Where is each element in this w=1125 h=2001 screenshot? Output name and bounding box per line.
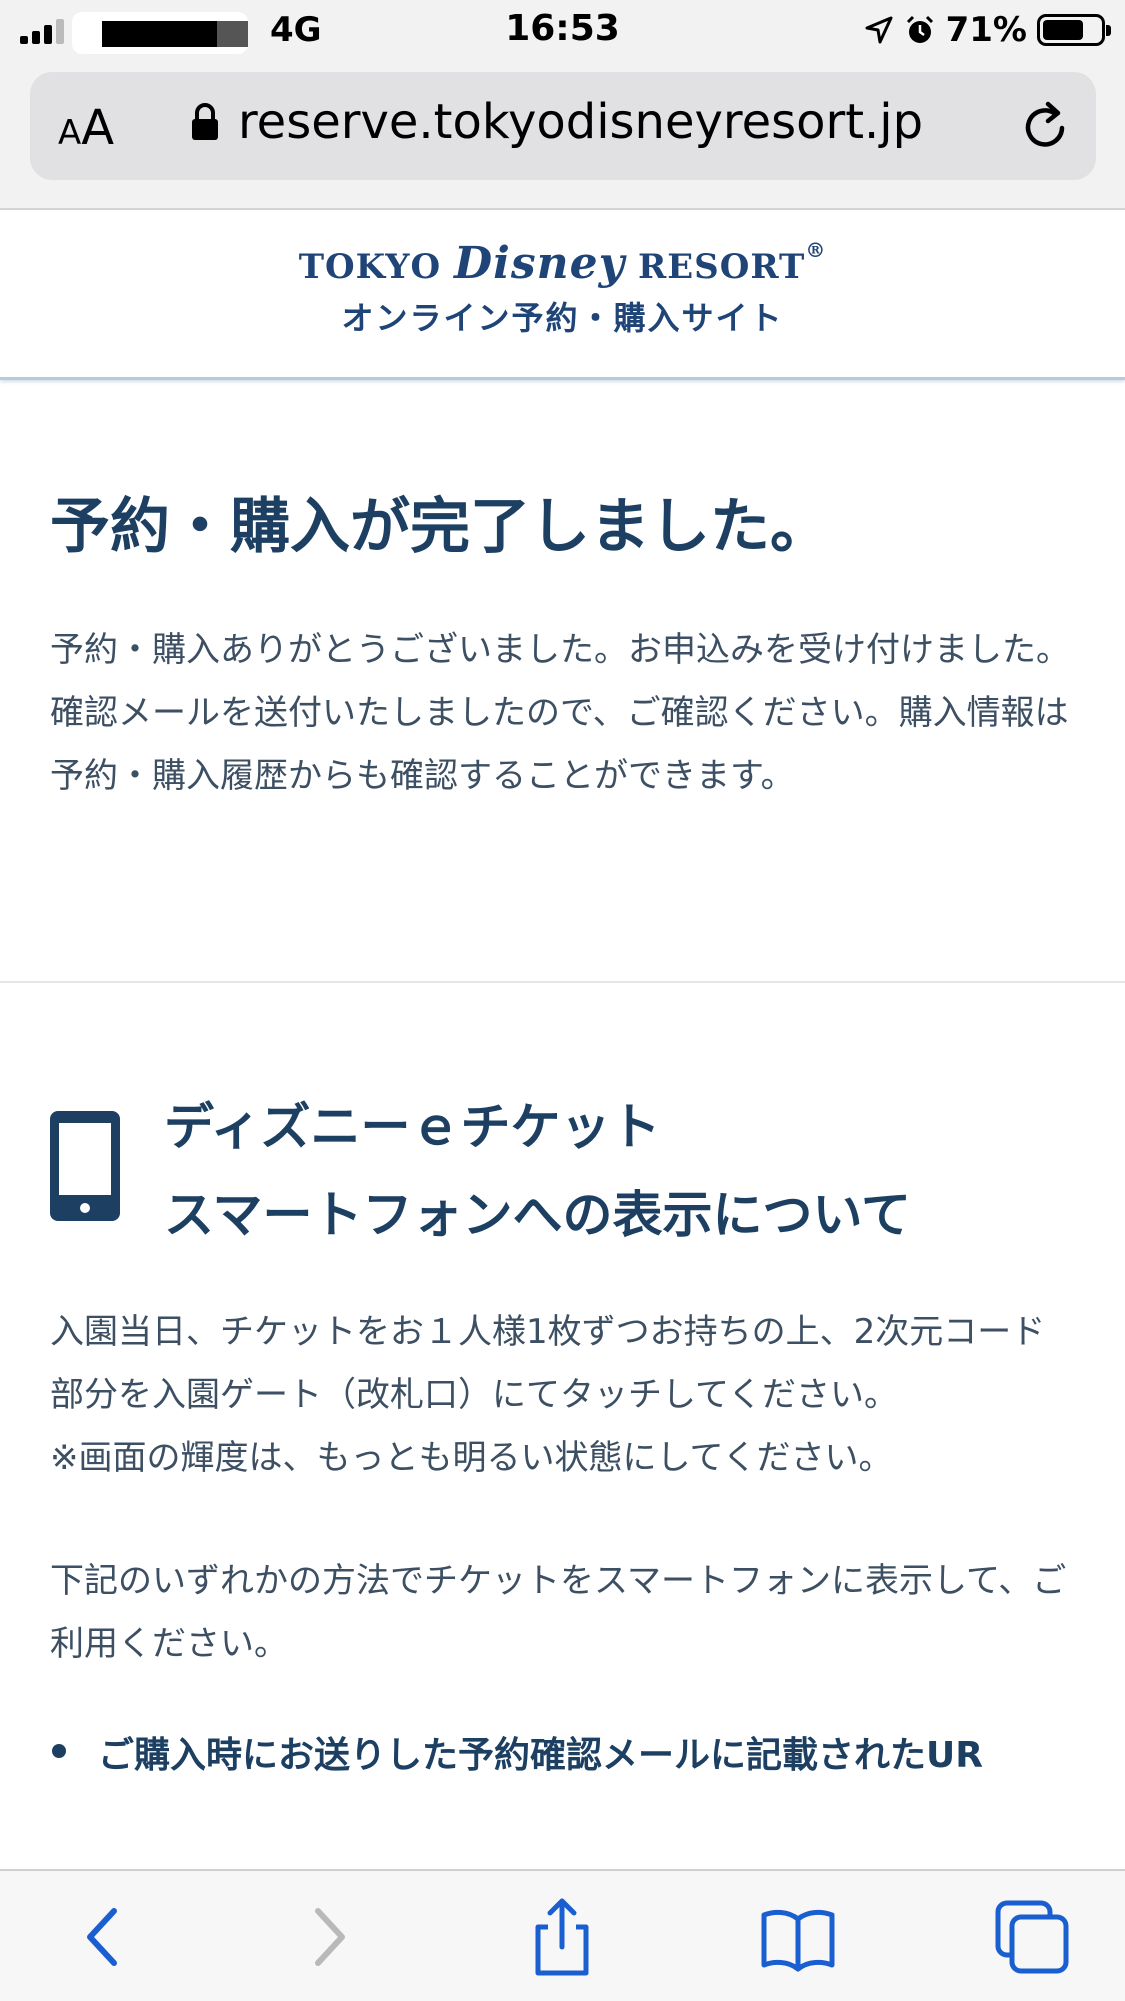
status-bar: 4G 16:53 71% — [0, 0, 1125, 62]
browser-address-area: AA reserve.tokyodisneyresort.jp — [0, 62, 1125, 210]
smartphone-icon — [50, 1111, 120, 1221]
lock-icon — [192, 103, 218, 140]
bookmarks-icon[interactable] — [758, 1897, 838, 1977]
eticket-instructions: 入園当日、チケットをお１人様1枚ずつお持ちの上、2次元コード部分を入園ゲート（改… — [50, 1312, 1046, 1415]
tokyo-disney-resort-logo[interactable]: TOKYO Disney RESORT® オンライン予約・購入サイト — [0, 238, 1125, 339]
page-title: 予約・購入が完了しました。 — [50, 492, 830, 562]
back-icon[interactable] — [66, 1897, 146, 1977]
battery-icon — [1037, 14, 1111, 46]
browser-toolbar — [0, 1869, 1125, 2001]
tabs-icon[interactable] — [992, 1897, 1072, 1977]
url-text[interactable]: reserve.tokyodisneyresort.jp — [238, 94, 923, 150]
list-item: ご購入時にお送りした予約確認メールに記載されたUR — [50, 1726, 1075, 1778]
location-arrow-icon — [865, 16, 893, 44]
battery-percentage: 71% — [945, 10, 1027, 50]
display-methods-list: ご購入時にお送りした予約確認メールに記載されたUR — [50, 1726, 1075, 1778]
completion-message: 予約・購入ありがとうございました。お申込みを受け付けました。確認メールを送付いた… — [50, 630, 1070, 796]
alarm-clock-icon — [906, 15, 933, 43]
share-icon[interactable] — [522, 1897, 602, 1977]
main-content: 予約・購入が完了しました。 予約・購入ありがとうございました。お申込みを受け付け… — [0, 383, 1125, 1778]
site-header: TOKYO Disney RESORT® オンライン予約・購入サイト — [0, 210, 1125, 380]
reload-icon[interactable] — [1018, 98, 1074, 154]
eticket-title-line1: ディズニーｅチケット — [164, 1098, 661, 1156]
address-bar[interactable]: AA reserve.tokyodisneyresort.jp — [30, 72, 1096, 180]
eticket-title-line2: スマートフォンへの表示について — [164, 1186, 911, 1244]
forward-icon[interactable] — [286, 1897, 366, 1977]
completion-section: 予約・購入が完了しました。 予約・購入ありがとうございました。お申込みを受け付け… — [0, 383, 1125, 983]
page-settings-button[interactable]: AA — [58, 100, 114, 156]
brightness-note: ※画面の輝度は、もっとも明るい状態にしてください。 — [50, 1438, 893, 1478]
eticket-section: ディズニーｅチケット スマートフォンへの表示について 入園当日、チケットをお１人… — [0, 983, 1125, 1778]
battery-level-fill — [1043, 20, 1083, 40]
display-methods-intro: 下記のいずれかの方法でチケットをスマートフォンに表示して、ご利用ください。 — [50, 1561, 1067, 1664]
